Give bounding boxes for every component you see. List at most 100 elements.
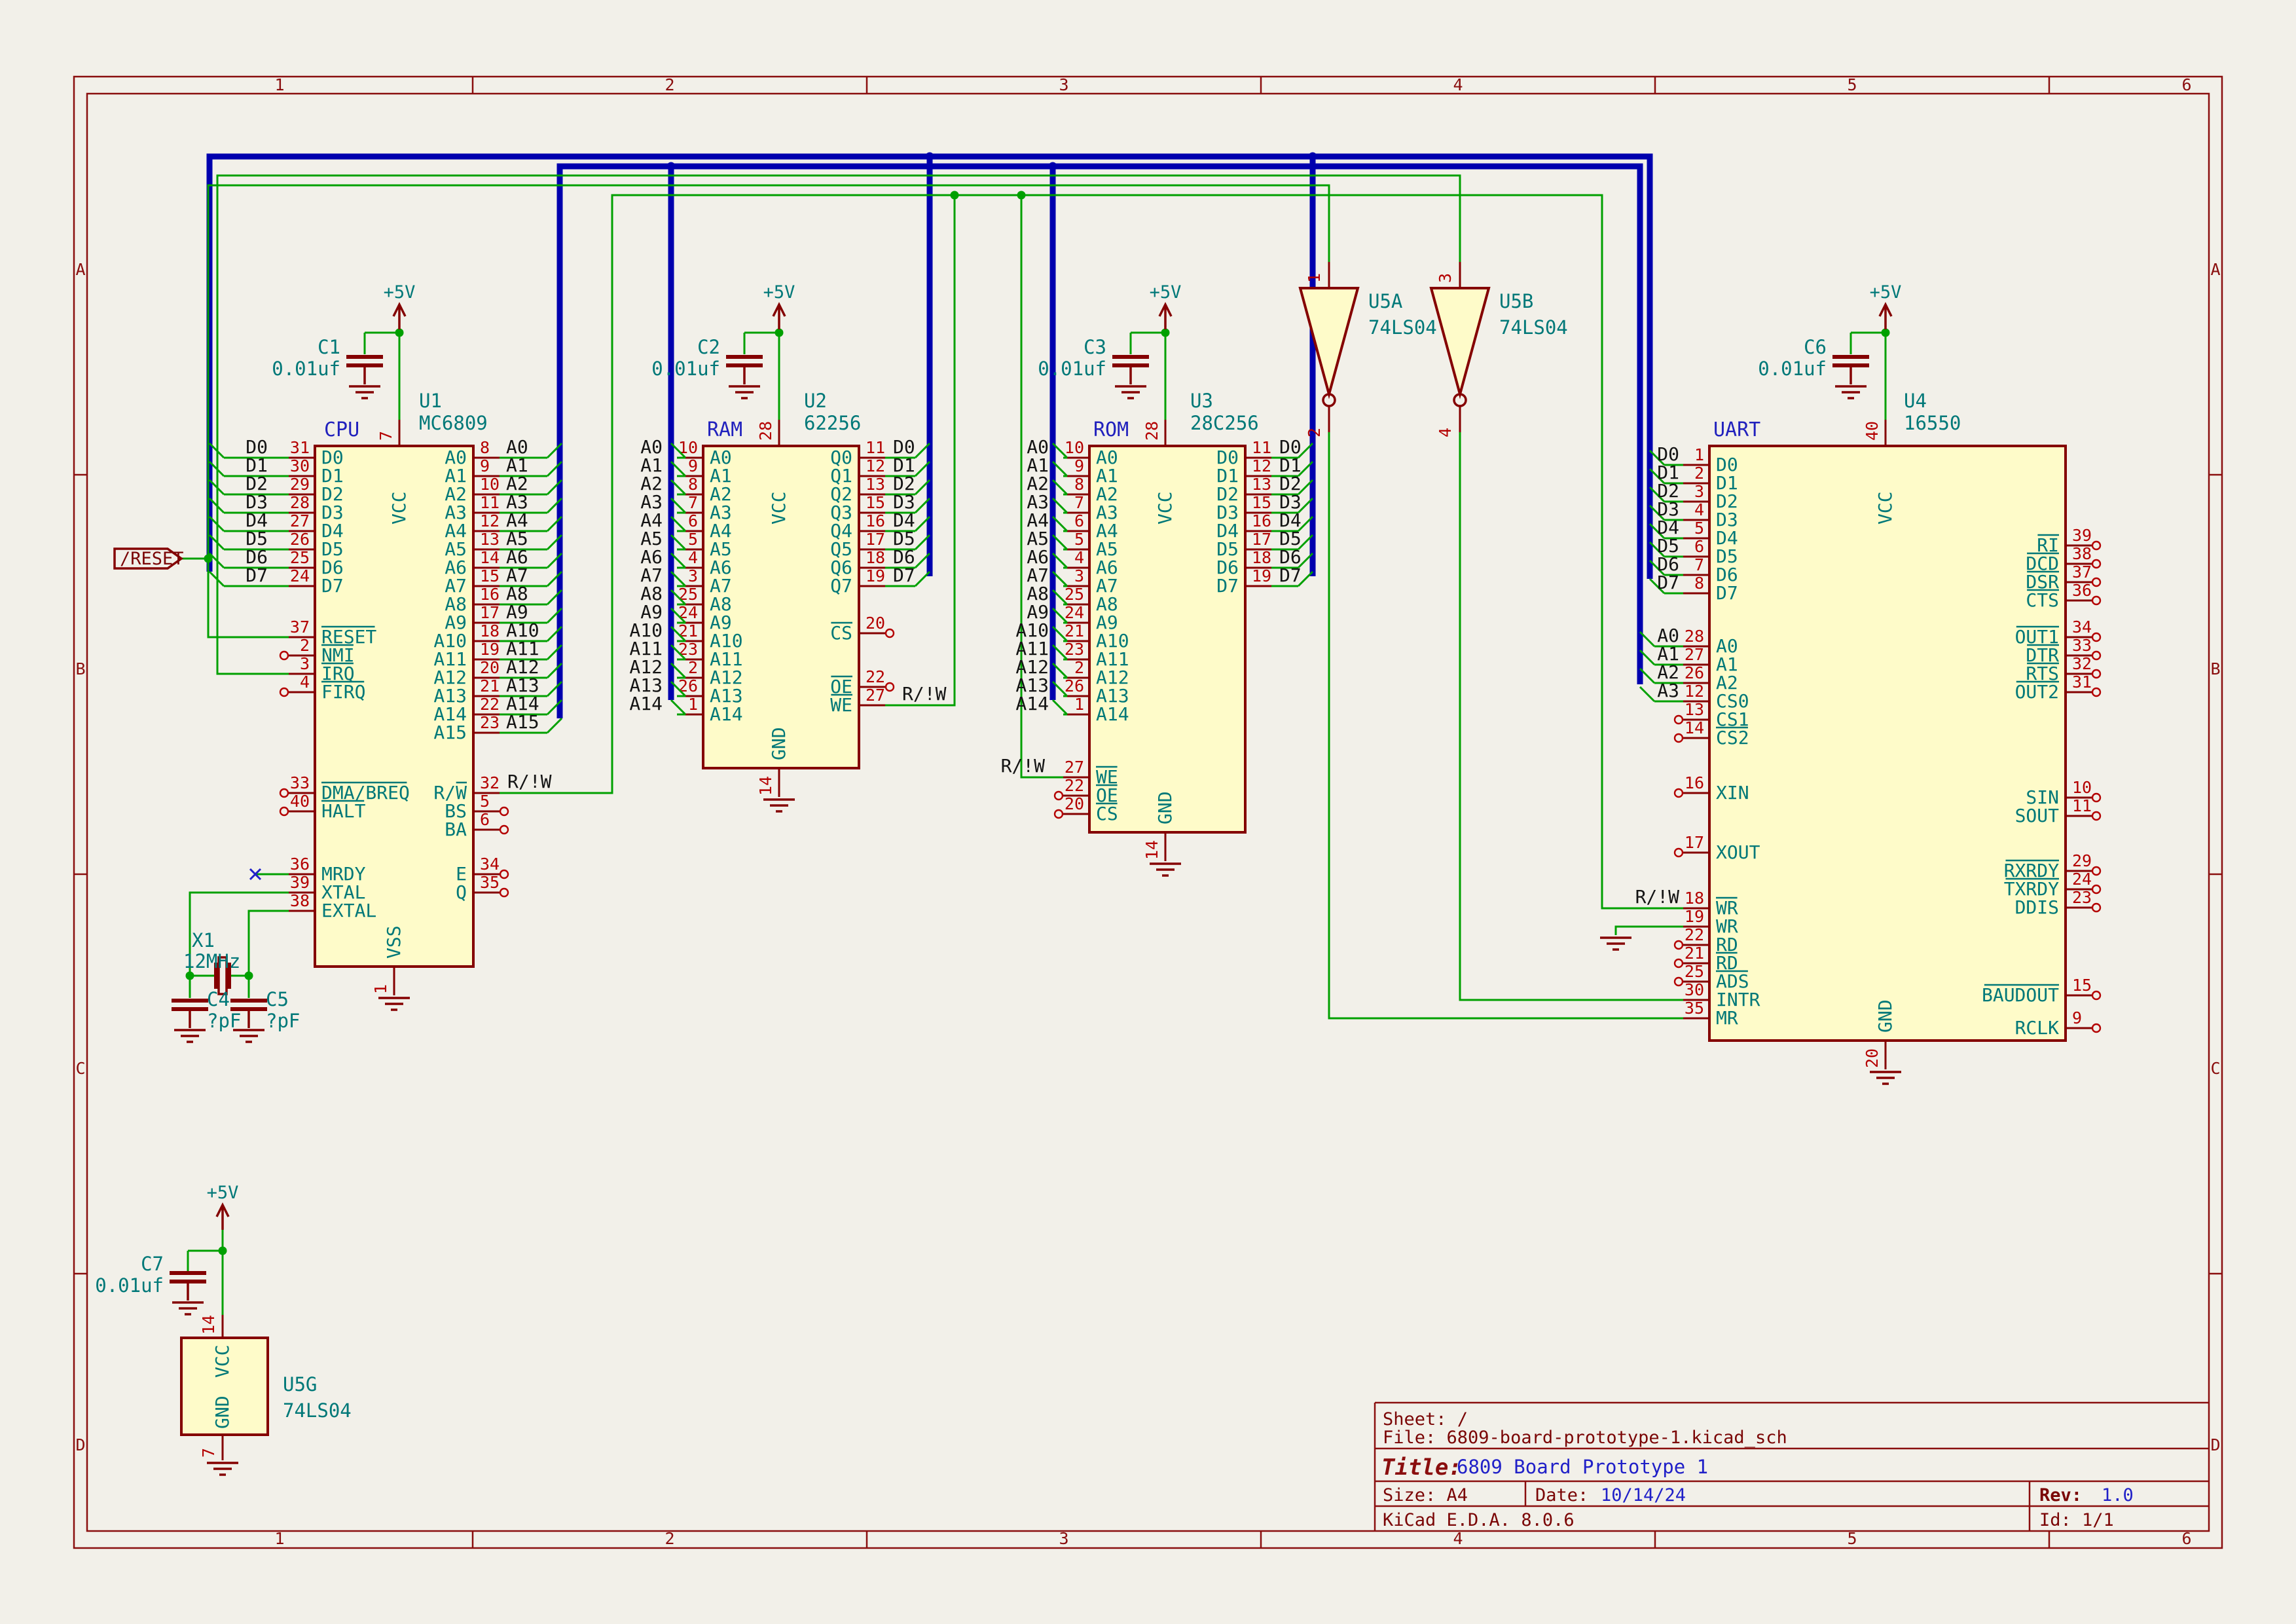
frame-column-label: 4 xyxy=(1453,75,1463,94)
unconnected-pin-circle xyxy=(280,688,288,696)
plus5v-label: +5V xyxy=(763,282,795,303)
cap-ref-C3: C3 xyxy=(1084,336,1106,358)
unconnected-pin-circle xyxy=(2092,578,2100,586)
plus5v-symbol xyxy=(773,304,785,329)
pin-number: 4 xyxy=(688,548,698,567)
pin-number: 12 xyxy=(480,511,500,530)
net-label: A15 xyxy=(506,711,539,733)
titleblock-title-label: Title: xyxy=(1381,1454,1462,1481)
pin-number: 11 xyxy=(866,438,885,457)
cap-ref-C4: C4 xyxy=(207,988,230,1010)
pin-number: 10 xyxy=(480,475,500,494)
pin-number: 11 xyxy=(1252,438,1271,457)
pin-name: EXTAL xyxy=(321,900,376,921)
pin-number: 8 xyxy=(1694,574,1704,593)
pin-number: 16 xyxy=(1252,511,1271,530)
unconnected-pin-circle xyxy=(1055,792,1063,800)
plus5v-label: +5V xyxy=(384,282,416,303)
plus5v-symbol xyxy=(1159,304,1171,329)
frame-row-label: A xyxy=(75,260,85,279)
bus-entry xyxy=(671,700,685,714)
pin-number: 27 xyxy=(866,686,885,705)
unconnected-pin-circle xyxy=(2092,904,2100,912)
pin-number: 10 xyxy=(1065,438,1084,457)
net-label: D7 xyxy=(1279,564,1302,586)
cap-ref-C1: C1 xyxy=(318,336,340,358)
pin-number: 16 xyxy=(1685,773,1704,792)
pin-number: 33 xyxy=(290,773,310,792)
uart-ref: U4 xyxy=(1904,390,1927,412)
pin-number: 27 xyxy=(290,511,310,530)
wire-junction-dot xyxy=(245,972,253,980)
pin-number: 4 xyxy=(1074,548,1084,567)
rom-vcc-wire xyxy=(1131,329,1165,420)
unconnected-pin-circle xyxy=(1675,734,1683,742)
cap-c3-gnd xyxy=(1115,386,1146,398)
pin-number: 33 xyxy=(2072,636,2092,655)
cpu-gnd-name: VSS xyxy=(383,925,405,959)
ram-gnd-name: GND xyxy=(768,727,790,760)
net-label: A14 xyxy=(629,693,663,714)
pin-number: 1 xyxy=(688,695,698,714)
net-label: D7 xyxy=(1657,572,1679,593)
pin-number: 32 xyxy=(480,773,500,792)
pin-number: 11 xyxy=(2072,796,2092,815)
ic-ram[interactable]: RAMU26225628VCC14GND10A0A09A1A18A2A27A3A… xyxy=(629,390,930,797)
pin-number: 2 xyxy=(1694,464,1704,483)
pin-number: 15 xyxy=(480,566,500,585)
uart-body xyxy=(1709,446,2066,1041)
pin-number: 9 xyxy=(688,456,698,475)
unconnected-pin-circle xyxy=(280,807,288,815)
pin-number: 5 xyxy=(480,792,490,811)
pin-name: D7 xyxy=(1216,575,1239,597)
wire-junction-dot xyxy=(186,972,194,980)
pin-number: 25 xyxy=(1685,962,1704,981)
frame-row-label: B xyxy=(75,659,85,678)
rw-net-label: R/!W xyxy=(507,771,552,792)
pin-number: 22 xyxy=(866,667,885,686)
pin-name: RCLK xyxy=(2015,1017,2060,1039)
pin-number: 15 xyxy=(866,493,885,512)
pin-name: WE xyxy=(830,694,852,716)
frame-column-label: 2 xyxy=(665,1529,674,1548)
pin-number: 7 xyxy=(688,493,698,512)
cpu-vcc-wire xyxy=(365,329,399,420)
plus5v-label: +5V xyxy=(1870,282,1902,303)
reset-net-label[interactable]: /RESET xyxy=(115,549,184,569)
plus5v-symbol xyxy=(1880,304,1891,329)
ic-uart[interactable]: UARTU41655040VCC20GND1D0D02D1D13D2D24D3D… xyxy=(1640,390,2100,1069)
rom-gnd xyxy=(1150,864,1181,876)
ic-cpu[interactable]: CPUU1MC68097VCC1VSS31D0D030D1D129D2D228D… xyxy=(210,390,562,995)
unconnected-pin-circle xyxy=(886,683,894,691)
frame-column-label: 5 xyxy=(1847,75,1857,94)
pin-number: 10 xyxy=(2072,778,2092,797)
cap-ref-C2: C2 xyxy=(697,336,720,358)
cap-ref-C7: C7 xyxy=(141,1253,164,1275)
pin-number: 30 xyxy=(290,456,310,475)
pin-number: 18 xyxy=(1252,548,1271,567)
ic-rom[interactable]: ROMU328C25628VCC14GND10A0A09A1A18A2A27A3… xyxy=(1015,390,1313,861)
pin-number: 24 xyxy=(2072,870,2092,889)
wire-junction-dot xyxy=(775,329,784,337)
cap-c6-gnd xyxy=(1835,386,1867,398)
pin-number: 26 xyxy=(290,530,310,549)
u5g-ref: U5G xyxy=(283,1373,317,1395)
net-label: D7 xyxy=(893,564,915,586)
frame-row-label: C xyxy=(75,1059,85,1078)
cap-value-C3: 0.01uf xyxy=(1038,358,1106,380)
inverter-out-pin-number: 4 xyxy=(1436,428,1455,437)
frame-column-label: 3 xyxy=(1059,1529,1068,1548)
ram-gnd xyxy=(763,800,795,811)
pin-number: 34 xyxy=(480,855,500,874)
rw-net-label: R/!W xyxy=(1001,755,1046,777)
titleblock-date-value: 10/14/24 xyxy=(1601,1485,1686,1505)
power-unit-u5g[interactable]: 147VCCGNDU5G74LS04 xyxy=(181,1315,352,1460)
pin-number: 21 xyxy=(1065,621,1084,640)
pin-name: XOUT xyxy=(1716,841,1760,863)
unconnected-pin-circle xyxy=(2092,688,2100,696)
pin-number: 5 xyxy=(1074,530,1084,549)
inverter-U5A[interactable]: 12U5A74LS04 xyxy=(1300,262,1437,437)
inverter-U5B[interactable]: 34U5B74LS04 xyxy=(1431,262,1568,437)
ram-vcc-number: 28 xyxy=(756,421,775,441)
pin-name: Q xyxy=(456,881,467,903)
